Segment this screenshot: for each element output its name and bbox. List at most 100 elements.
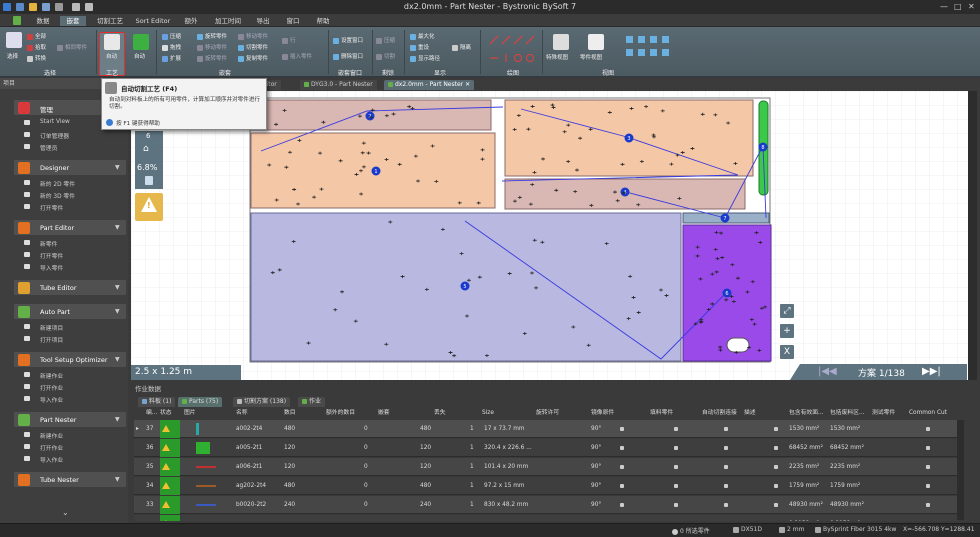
sidebar-item[interactable]: 管理员 <box>40 143 57 152</box>
sidebar-item[interactable]: 新建作业 <box>40 371 63 380</box>
remnant-cut-button[interactable]: 切割 <box>376 52 395 60</box>
column-header[interactable]: 测试零件 <box>872 408 895 418</box>
sidebar-item[interactable]: 导入零件 <box>40 263 63 272</box>
select-all-button[interactable]: 全部 <box>27 32 46 40</box>
next-plan-button[interactable]: ▶▶| <box>922 366 941 377</box>
column-header[interactable]: 数目 <box>284 408 296 418</box>
chevron-down-icon[interactable]: ▼ <box>115 224 120 231</box>
sidebar-section-header[interactable] <box>14 160 126 175</box>
sidebar-item[interactable]: 打开作业 <box>40 443 63 452</box>
canvas-scrollbar[interactable] <box>968 91 977 380</box>
close-overlay-button[interactable]: X <box>780 345 794 359</box>
auto-icon[interactable] <box>133 34 149 50</box>
table-row[interactable]: 35 a006-2t1 120 0 120 1 101.4 x 20 mm 90° 2235 m… <box>134 458 957 476</box>
checkbox[interactable] <box>620 503 624 507</box>
move-part2-button[interactable]: 移动零件 <box>238 32 268 40</box>
pick-button[interactable]: 拾取 <box>27 43 46 51</box>
column-header[interactable]: 丢失 <box>434 408 446 418</box>
open-icon[interactable] <box>29 3 37 11</box>
compress-button[interactable]: 压缩 <box>162 32 181 40</box>
column-header[interactable]: 名称 <box>236 408 248 418</box>
sidebar-item[interactable]: 新建作业 <box>40 431 63 440</box>
sidebar-item[interactable]: 打开作业 <box>40 383 63 392</box>
checkbox[interactable] <box>674 427 678 431</box>
checkbox[interactable] <box>774 427 778 431</box>
delete-window-button[interactable]: 删除窗口 <box>333 52 363 60</box>
menu-time[interactable]: 加工时间 <box>210 16 246 26</box>
maximize-button[interactable]: □ <box>954 2 962 11</box>
checkbox[interactable] <box>774 484 778 488</box>
nest-canvas[interactable]: 1 2 3 4 5 6 7 8 <box>131 91 968 380</box>
table-row[interactable]: 33 b0020-2t2 240 0 240 1 830 x 48.2 mm 90° 48930… <box>134 496 957 514</box>
menu-nest[interactable]: 嵌套 <box>60 16 86 26</box>
checkbox[interactable] <box>724 484 728 488</box>
checkbox[interactable] <box>724 503 728 507</box>
redo-icon[interactable] <box>85 3 93 11</box>
tab-cut-plans[interactable]: 切割方案 (138) <box>233 397 291 407</box>
close-button[interactable]: ✕ <box>968 2 975 11</box>
draw-tools[interactable] <box>488 34 536 64</box>
chevron-down-icon[interactable]: ▼ <box>115 284 120 291</box>
sidebar-item[interactable]: 打开项目 <box>40 335 63 344</box>
sidebar-item[interactable]: 打开零件 <box>40 251 63 260</box>
sidebar-section-header[interactable] <box>14 304 126 319</box>
zoom-fit-icon[interactable]: ⤢ <box>780 304 794 318</box>
checkbox[interactable] <box>926 427 930 431</box>
trash-icon[interactable] <box>145 176 153 185</box>
print-icon[interactable] <box>55 3 63 11</box>
chevron-down-icon[interactable]: ▼ <box>115 356 120 363</box>
view-orientation-tools[interactable] <box>624 34 674 60</box>
table-row[interactable]: ▸ 37 a002-2t4 480 0 480 1 17 x 73.7 mm 90° 1530 m… <box>134 420 957 438</box>
checkbox[interactable] <box>926 503 930 507</box>
drag-button[interactable]: 拖拽 <box>162 43 181 51</box>
show-path-button[interactable]: 显示路径 <box>410 54 440 62</box>
sidebar-item[interactable]: 新零件 <box>40 239 57 248</box>
set-window-button[interactable]: 设置窗口 <box>333 36 363 44</box>
checkbox[interactable] <box>620 465 624 469</box>
sidebar-item[interactable]: 打开零件 <box>40 203 63 212</box>
tab-dx2[interactable]: dx2.0mm - Part Nester ✕ <box>384 80 475 90</box>
save-icon[interactable] <box>42 3 50 11</box>
maximize-view-button[interactable]: 最大化 <box>410 32 435 40</box>
sidebar-item[interactable]: 新的 3D 零件 <box>40 191 75 200</box>
move-part-button[interactable]: 移动零件 <box>197 43 227 51</box>
cut-part-button[interactable]: 切割零件 <box>238 43 268 51</box>
column-header[interactable]: 嵌套 <box>378 408 390 418</box>
menu-window[interactable]: 窗口 <box>280 16 306 26</box>
checkbox[interactable] <box>774 465 778 469</box>
column-header[interactable]: 包括废料区... <box>830 408 865 418</box>
isolate-button[interactable]: 隔离 <box>452 43 471 51</box>
column-header[interactable]: 描述 <box>744 408 756 418</box>
new-icon[interactable] <box>16 3 24 11</box>
tab-parts[interactable]: Parts (75) <box>178 397 223 407</box>
sidebar-scroll-down-icon[interactable]: ⌄ <box>62 508 69 517</box>
checkbox[interactable] <box>724 446 728 450</box>
menu-export[interactable]: 导出 <box>250 16 276 26</box>
special-view-icon[interactable] <box>553 34 569 50</box>
column-header[interactable]: 图片 <box>184 408 196 418</box>
table-row[interactable]: 36 a005-2t1 120 0 120 1 320.4 x 226.6 ... 90° 68… <box>134 439 957 457</box>
row-button[interactable]: 行 <box>282 36 296 44</box>
menu-extra[interactable]: 额外 <box>178 16 204 26</box>
sidebar-item[interactable]: 导入作业 <box>40 455 63 464</box>
chevron-down-icon[interactable]: ▼ <box>115 308 120 315</box>
sidebar-item[interactable]: 新建项目 <box>40 323 63 332</box>
convert-button[interactable]: 转换 <box>27 54 46 62</box>
select-icon[interactable] <box>6 32 22 48</box>
zoom-in-button[interactable]: + <box>780 324 794 338</box>
checkbox[interactable] <box>674 465 678 469</box>
table-row[interactable]: 34 ag202-2t4 480 0 480 1 97.2 x 15 mm 90° 1759 m… <box>134 477 957 495</box>
sidebar-item[interactable]: Start View <box>40 119 70 125</box>
checkbox[interactable] <box>674 484 678 488</box>
same-parts-button[interactable]: 相同零件 <box>57 43 87 51</box>
checkbox[interactable] <box>674 446 678 450</box>
column-header[interactable]: 状态 <box>160 408 172 418</box>
checkbox[interactable] <box>620 484 624 488</box>
rotate-part2-button[interactable]: 旋转零件 <box>197 54 227 62</box>
insert-part-button[interactable]: 插入零件 <box>282 52 312 60</box>
chevron-down-icon[interactable]: ▼ <box>115 416 120 423</box>
menu-help[interactable]: 帮助 <box>310 16 336 26</box>
rotate-part-button[interactable]: 旋转零件 <box>197 32 227 40</box>
checkbox[interactable] <box>774 446 778 450</box>
copy-part-button[interactable]: 复制零件 <box>238 54 268 62</box>
